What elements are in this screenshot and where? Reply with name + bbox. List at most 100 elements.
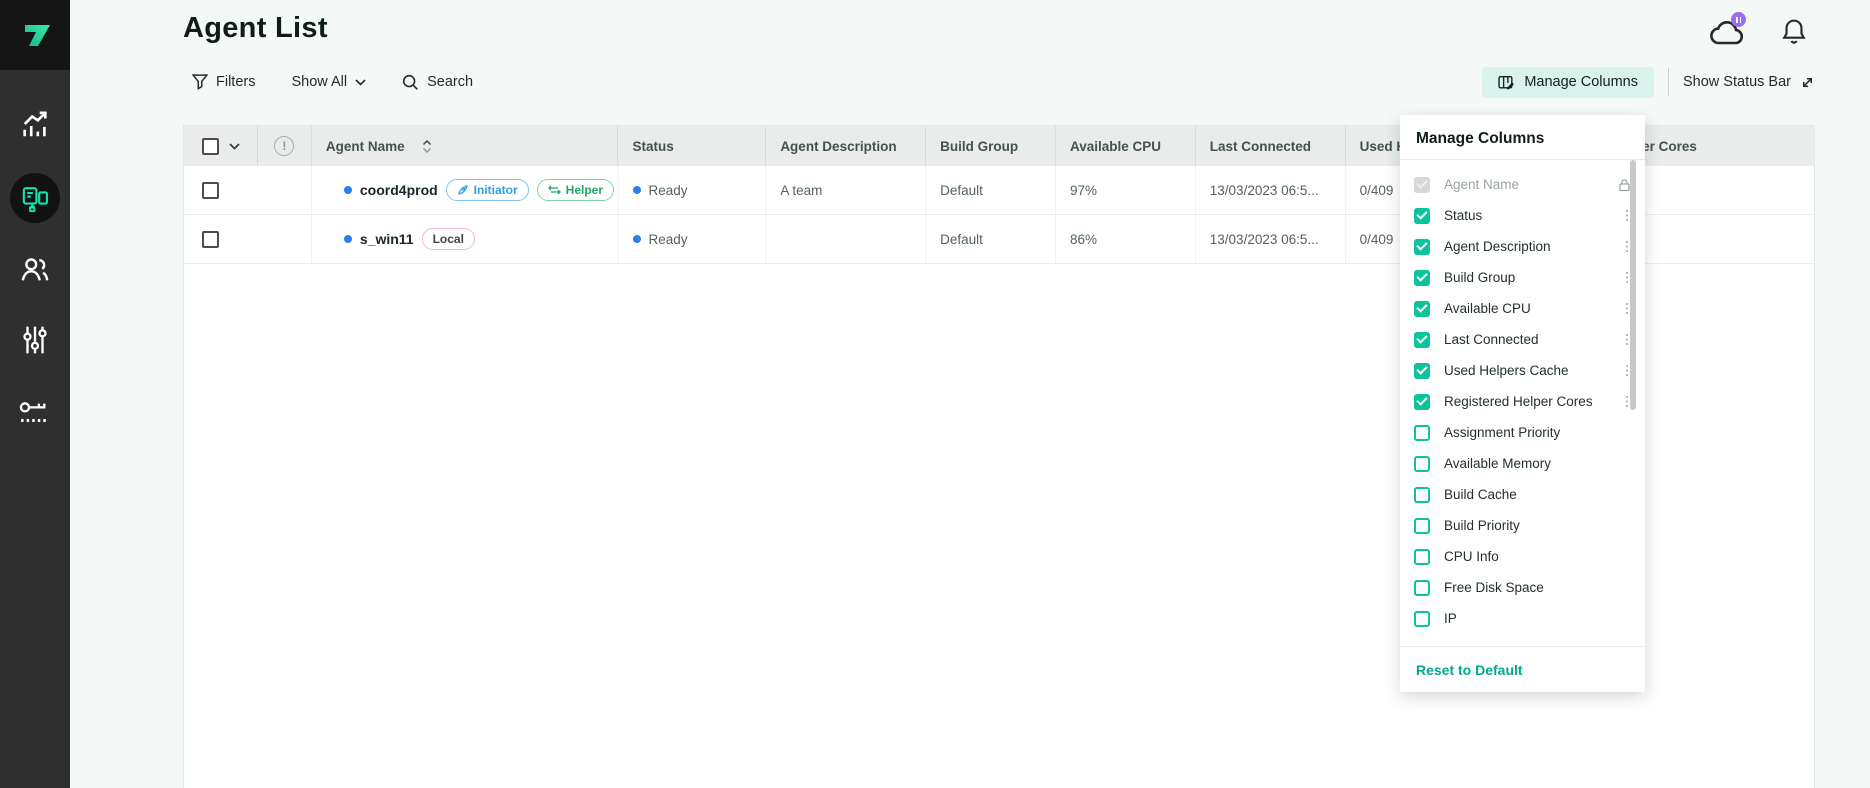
column-toggle-build-priority[interactable]: Build Priority (1400, 510, 1645, 541)
checkbox-checked-icon[interactable] (1414, 208, 1430, 224)
row-alert-cell (257, 215, 311, 263)
checkbox-unchecked-icon[interactable] (1414, 580, 1430, 596)
show-status-bar-button[interactable]: Show Status Bar (1683, 74, 1815, 90)
show-status-bar-label: Show Status Bar (1683, 74, 1791, 90)
rocket-icon (457, 184, 469, 196)
sidebar-item-license[interactable] (0, 386, 70, 438)
manage-columns-panel: Manage Columns Agent Name Status Agent D… (1400, 115, 1645, 692)
page-title: Agent List (183, 12, 328, 45)
helper-badge: Helper (537, 179, 614, 201)
status-text: Ready (649, 183, 688, 198)
column-toggle-last-connected[interactable]: Last Connected (1400, 324, 1645, 355)
header-available-cpu[interactable]: Available CPU (1055, 126, 1195, 166)
column-toggle-label: Agent Name (1444, 177, 1604, 192)
header-agent-name[interactable]: Agent Name (311, 126, 618, 166)
toolbar-left: Filters Show All Search (192, 68, 473, 96)
column-toggle-free-disk-space[interactable]: Free Disk Space (1400, 572, 1645, 603)
checkbox-unchecked-icon[interactable] (1414, 518, 1430, 534)
brand-logo[interactable] (0, 0, 70, 70)
search-label: Search (427, 74, 473, 90)
status-text: Ready (649, 232, 688, 247)
checkbox-unchecked-icon[interactable] (1414, 487, 1430, 503)
column-toggle-available-memory[interactable]: Available Memory (1400, 448, 1645, 479)
checkbox-checked-icon[interactable] (1414, 332, 1430, 348)
sidebar-item-users[interactable] (0, 244, 70, 296)
toolbar-divider (1668, 68, 1669, 96)
key-icon (18, 397, 52, 427)
header-status[interactable]: Status (617, 126, 765, 166)
column-toggle-build-cache[interactable]: Build Cache (1400, 479, 1645, 510)
badge-label: Local (433, 232, 464, 246)
build-group-cell: Default (925, 215, 1055, 263)
sidebar (0, 0, 70, 788)
header-last-connected[interactable]: Last Connected (1195, 126, 1345, 166)
agent-name-cell: s_win11 Local (311, 215, 618, 263)
filters-label: Filters (216, 74, 255, 90)
available-cpu-cell: 97% (1055, 166, 1195, 214)
column-toggle-agent-description[interactable]: Agent Description (1400, 231, 1645, 262)
checkbox-unchecked-icon[interactable] (1414, 549, 1430, 565)
sort-icon[interactable] (422, 140, 432, 153)
checkbox-checked-icon[interactable] (1414, 239, 1430, 255)
description-cell: A team (765, 166, 925, 214)
column-label: Agent Name (326, 139, 405, 154)
show-all-dropdown[interactable]: Show All (291, 74, 366, 90)
notifications-button[interactable] (1781, 18, 1807, 46)
filters-button[interactable]: Filters (192, 74, 255, 90)
column-toggle-label: IP (1444, 611, 1631, 626)
badge-label: Initiator (474, 183, 518, 197)
checkbox-disabled-icon (1414, 177, 1430, 193)
column-toggle-label: Build Cache (1444, 487, 1631, 502)
expand-icon (1800, 75, 1815, 90)
column-toggle-assignment-priority[interactable]: Assignment Priority (1400, 417, 1645, 448)
sidebar-item-dashboard[interactable] (0, 99, 70, 151)
checkbox-checked-icon[interactable] (1414, 394, 1430, 410)
checkbox-checked-icon[interactable] (1414, 301, 1430, 317)
last-connected-cell: 13/03/2023 06:5... (1195, 166, 1345, 214)
row-checkbox[interactable] (202, 182, 219, 199)
column-toggle-ip[interactable]: IP (1400, 603, 1645, 634)
checkbox-unchecked-icon[interactable] (1414, 611, 1430, 627)
column-toggle-label: Free Disk Space (1444, 580, 1631, 595)
agent-name-cell: coord4prod Initiator Helper (311, 166, 618, 214)
available-cpu-cell: 86% (1055, 215, 1195, 263)
column-toggle-used-helpers-cache[interactable]: Used Helpers Cache (1400, 355, 1645, 386)
row-checkbox[interactable] (202, 231, 219, 248)
column-toggle-available-cpu[interactable]: Available CPU (1400, 293, 1645, 324)
status-cell: Ready (618, 215, 766, 263)
column-label: Last Connected (1210, 139, 1311, 154)
agent-online-dot (344, 235, 352, 243)
sidebar-item-settings[interactable] (0, 314, 70, 366)
agents-icon (21, 184, 49, 212)
agent-name[interactable]: s_win11 (360, 231, 414, 247)
column-toggle-registered-helper-cores[interactable]: Registered Helper Cores (1400, 386, 1645, 417)
cloud-status-button[interactable] (1709, 18, 1747, 46)
agent-name[interactable]: coord4prod (360, 182, 438, 198)
header-agent-description[interactable]: Agent Description (765, 126, 925, 166)
row-select-cell (184, 215, 257, 263)
column-toggle-status[interactable]: Status (1400, 200, 1645, 231)
chevron-down-icon (355, 79, 366, 86)
panel-scrollbar[interactable] (1630, 160, 1636, 410)
manage-columns-button[interactable]: Manage Columns (1482, 67, 1654, 98)
active-indicator (10, 173, 60, 223)
checkbox-unchecked-icon[interactable] (1414, 456, 1430, 472)
checkbox-checked-icon[interactable] (1414, 270, 1430, 286)
header-build-group[interactable]: Build Group (925, 126, 1055, 166)
panel-footer: Reset to Default (1400, 646, 1645, 692)
checkbox-checked-icon[interactable] (1414, 363, 1430, 379)
column-toggle-label: Agent Description (1444, 239, 1612, 254)
select-all-checkbox[interactable] (202, 138, 219, 155)
toolbar-right: Manage Columns Show Status Bar (1482, 66, 1815, 98)
sidebar-item-agents[interactable] (0, 172, 70, 224)
checkbox-unchecked-icon[interactable] (1414, 425, 1430, 441)
column-toggle-cpu-info[interactable]: CPU Info (1400, 541, 1645, 572)
status-cell: Ready (618, 166, 766, 214)
header-alert-cell: ! (257, 126, 311, 166)
search-button[interactable]: Search (402, 74, 473, 91)
column-list: Agent Name Status Agent Description Buil… (1400, 169, 1645, 634)
column-toggle-build-group[interactable]: Build Group (1400, 262, 1645, 293)
select-menu-chevron-icon[interactable] (229, 143, 240, 150)
search-icon (402, 74, 419, 91)
reset-to-default-link[interactable]: Reset to Default (1416, 662, 1523, 678)
